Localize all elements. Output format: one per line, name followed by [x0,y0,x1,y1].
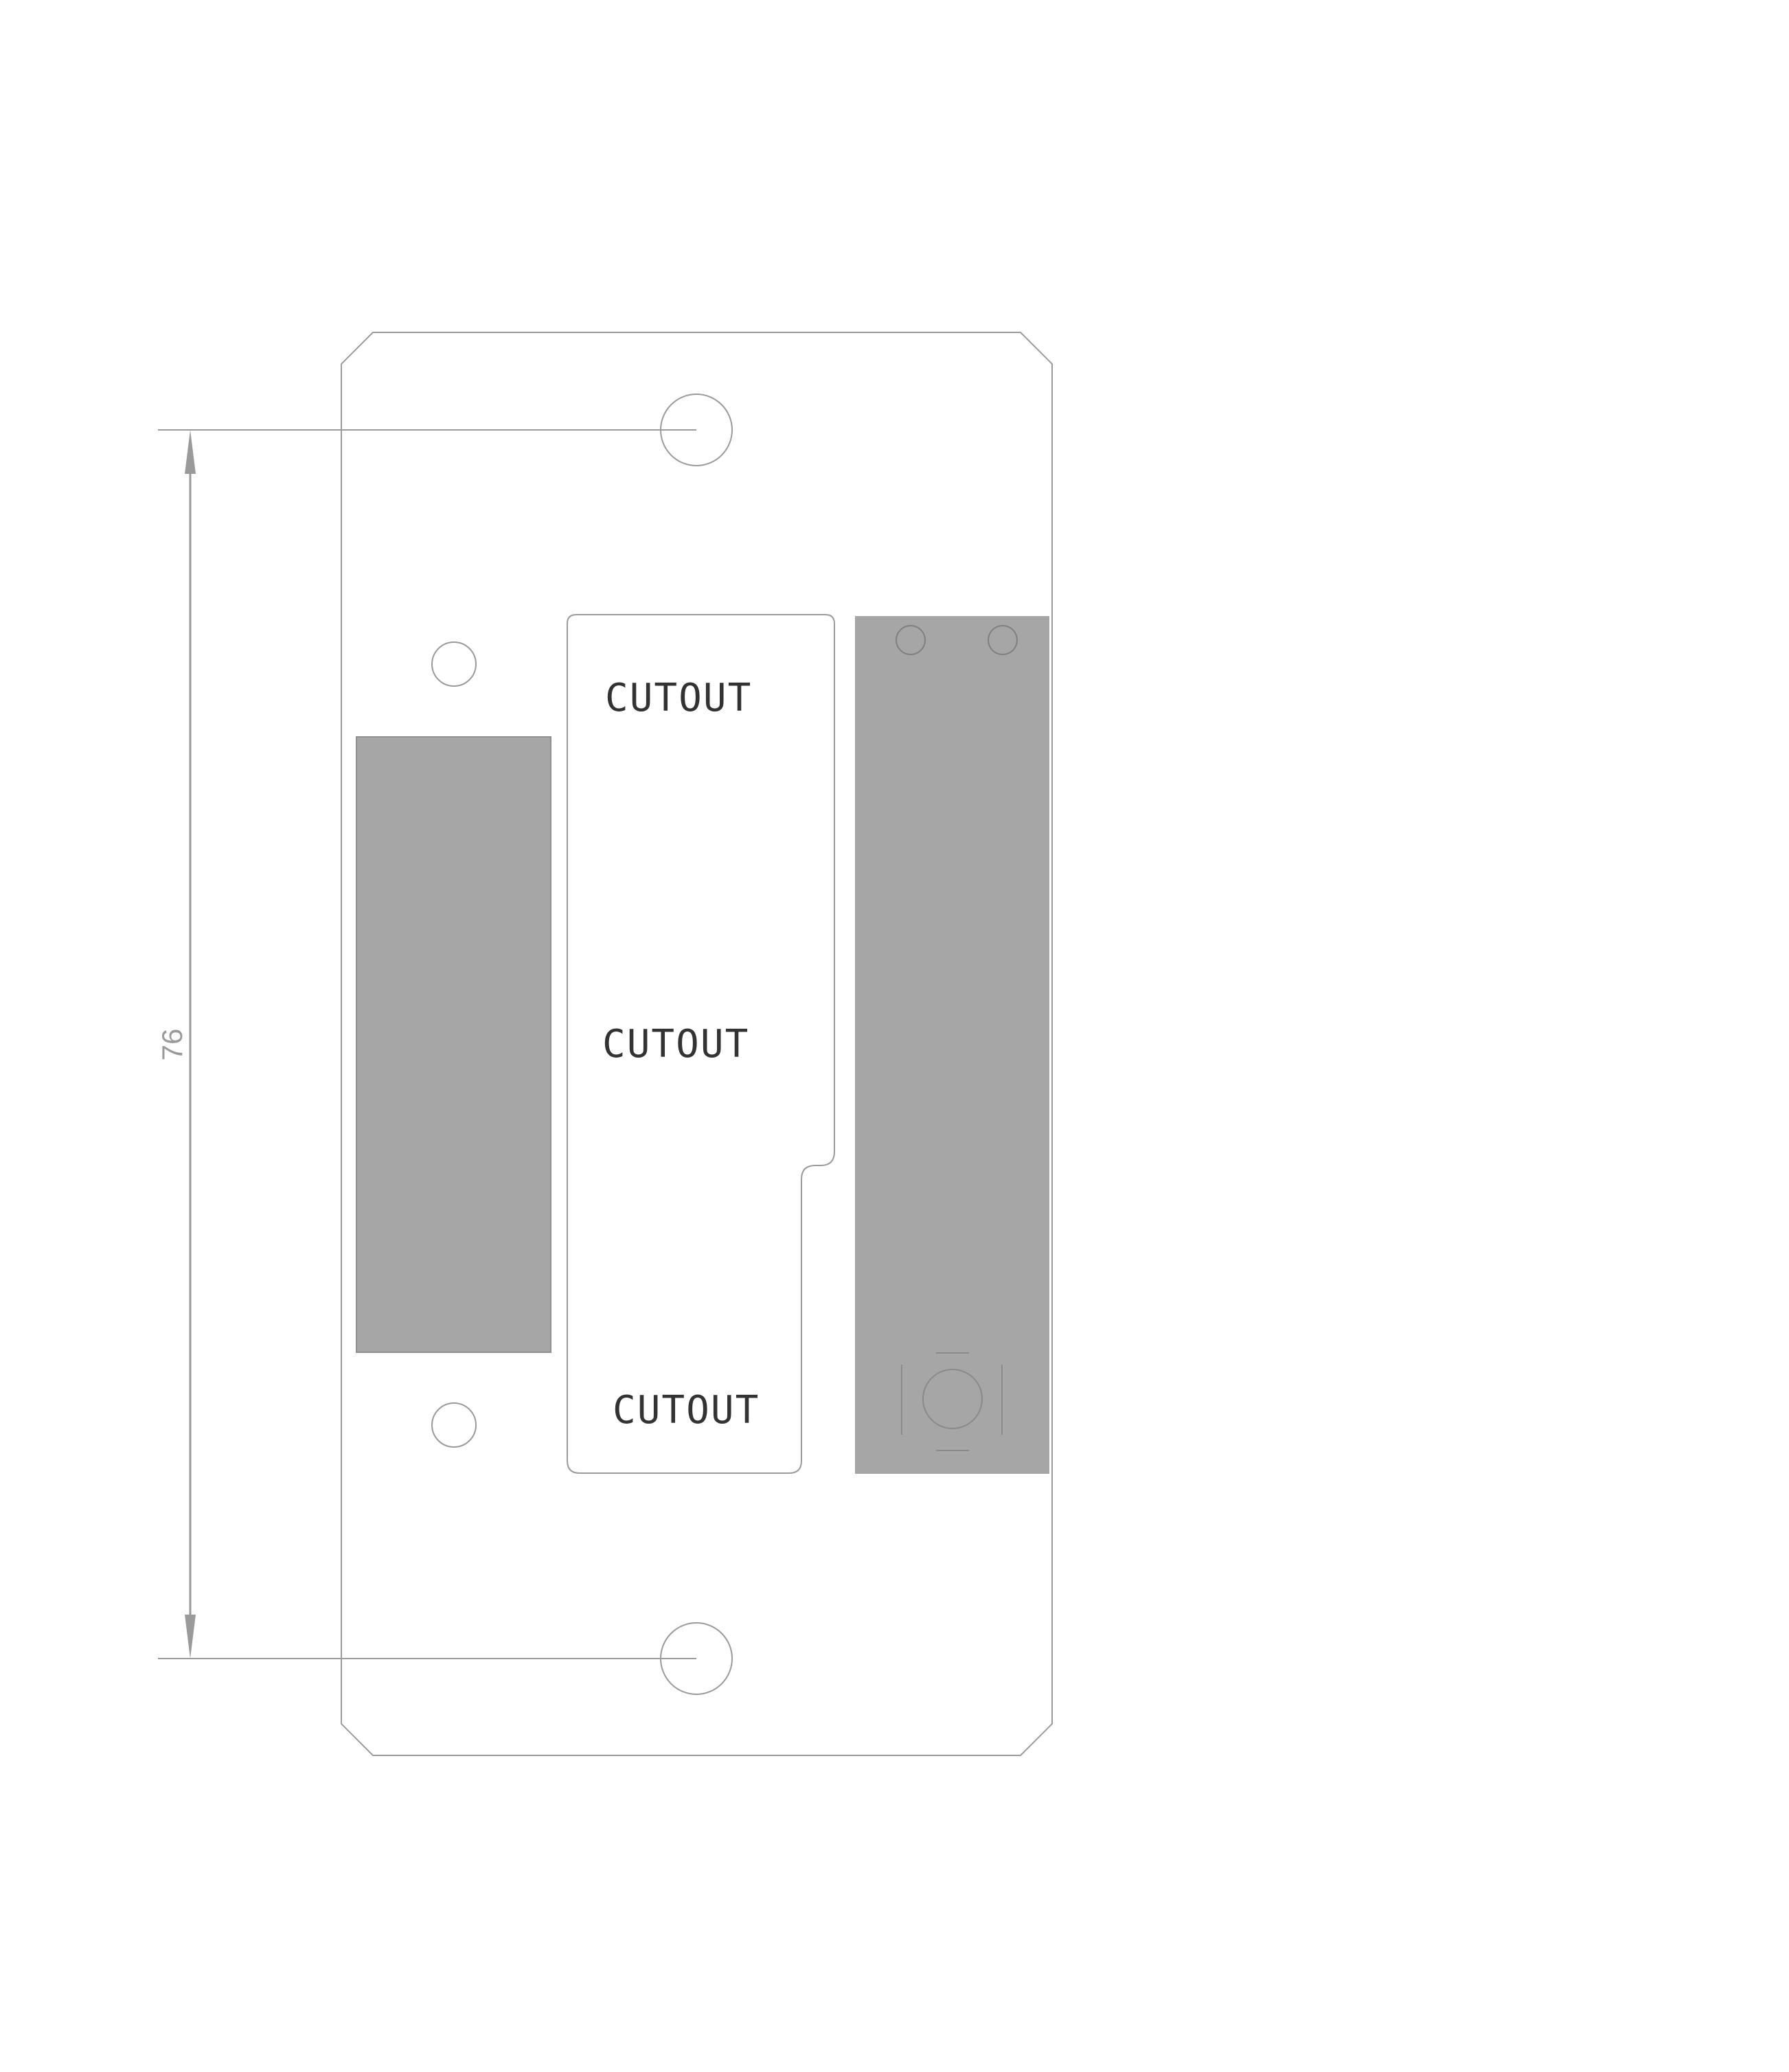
cutout-label-middle: CUTOUT [602,1022,749,1067]
cutout-label-top: CUTOUT [605,676,752,720]
cutout-label-bottom: CUTOUT [613,1388,760,1433]
right-filled-panel [855,616,1049,1474]
dimension-value: 76 [156,1029,188,1061]
technical-drawing: CUTOUT CUTOUT CUTOUT 76 [156,332,1053,1756]
small-hole-upper [431,641,477,687]
small-hole-lower [431,1402,477,1448]
dimension-arrow-bottom [185,1615,196,1659]
dimension-arrow-top [185,430,196,474]
left-filled-panel [356,736,551,1353]
